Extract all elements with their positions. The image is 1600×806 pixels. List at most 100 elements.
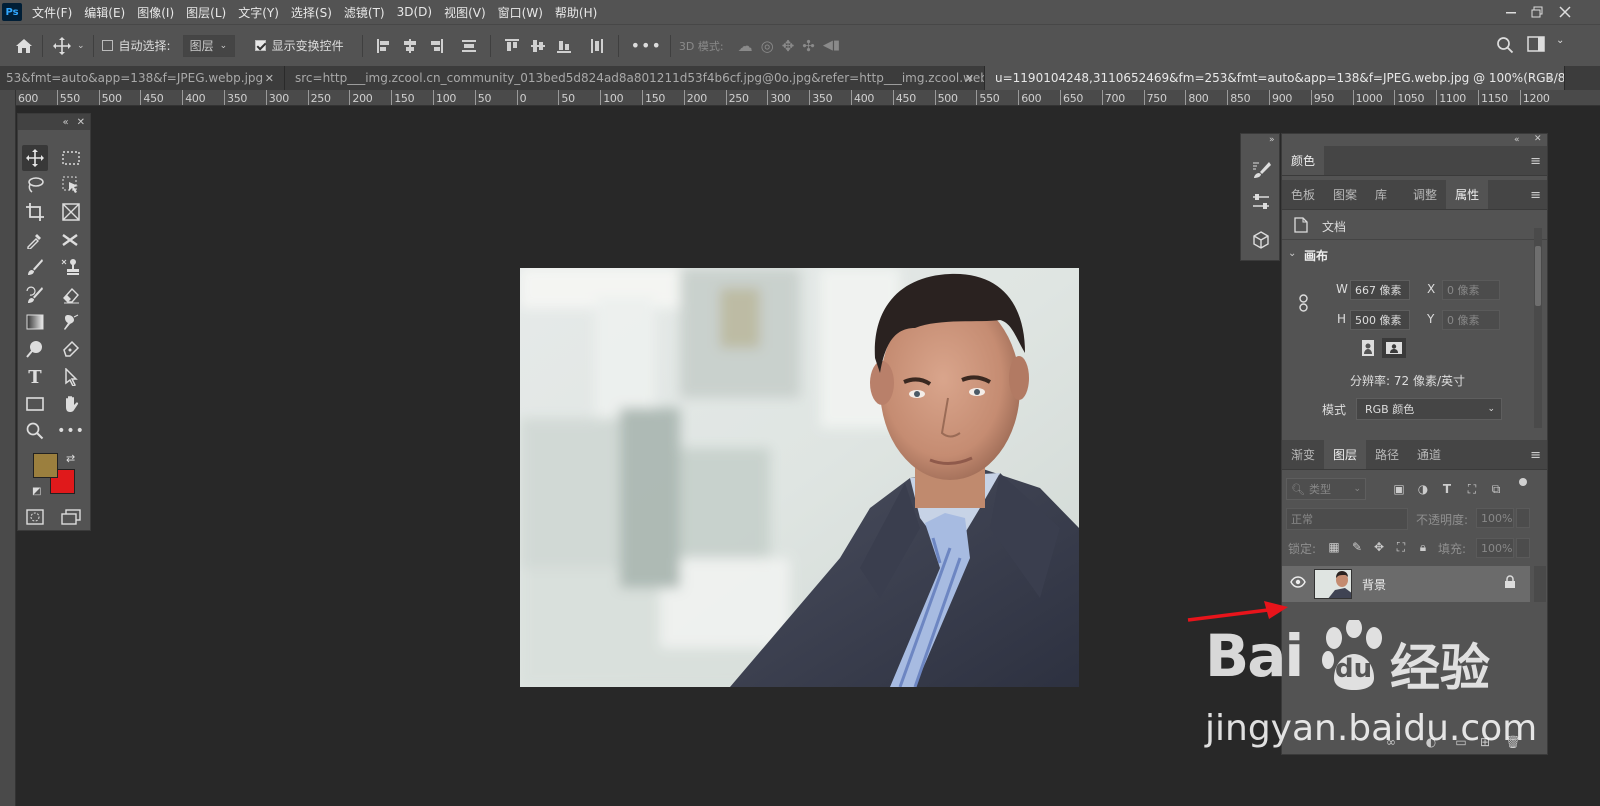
panel-menu-icon[interactable]: ≡ bbox=[1530, 154, 1541, 169]
tab-patterns[interactable]: 图案 bbox=[1324, 179, 1366, 209]
delete-layer-icon[interactable]: 🗑︎ bbox=[1505, 735, 1520, 749]
tab-document-2[interactable]: src=http___img.zcool.cn_community_013bed… bbox=[285, 66, 985, 90]
lasso-tool-icon[interactable] bbox=[22, 172, 48, 198]
3d-roll-icon[interactable]: ◎ bbox=[761, 37, 774, 55]
foreground-color-swatch[interactable] bbox=[33, 453, 58, 478]
new-layer-icon[interactable]: ⊞ bbox=[1478, 735, 1492, 749]
align-top-icon[interactable] bbox=[504, 38, 520, 54]
tab-channels[interactable]: 通道 bbox=[1408, 439, 1450, 469]
smudge-tool-icon[interactable] bbox=[58, 309, 84, 335]
healing-brush-tool-icon[interactable] bbox=[58, 227, 84, 253]
chevron-down-icon[interactable]: ⌄ bbox=[1288, 248, 1296, 259]
close-icon[interactable] bbox=[1556, 3, 1574, 21]
filter-pixel-icon[interactable]: ▣ bbox=[1392, 482, 1406, 496]
menu-select[interactable]: 选择(S) bbox=[291, 4, 332, 21]
edit-toolbar-icon[interactable]: ••• bbox=[57, 418, 84, 444]
restore-icon[interactable] bbox=[1528, 3, 1546, 21]
mode-dropdown[interactable]: RGB 颜色 ⌄ bbox=[1356, 398, 1502, 420]
close-panel-icon[interactable]: ✕ bbox=[77, 117, 85, 128]
3d-cube-icon[interactable] bbox=[1251, 230, 1271, 250]
x-field[interactable]: 0 像素 bbox=[1442, 280, 1500, 300]
menu-help[interactable]: 帮助(H) bbox=[555, 4, 597, 21]
hand-tool-icon[interactable] bbox=[58, 391, 84, 417]
filter-smart-object-icon[interactable]: ⧉ bbox=[1489, 482, 1503, 496]
marquee-tool-icon[interactable] bbox=[58, 145, 84, 171]
menu-layer[interactable]: 图层(L) bbox=[186, 4, 226, 21]
gradient-tool-icon[interactable] bbox=[22, 309, 48, 335]
fill-field[interactable]: 100% bbox=[1476, 538, 1514, 558]
expand-panels-icon[interactable]: » bbox=[1269, 135, 1275, 145]
tab-gradients[interactable]: 渐变 bbox=[1282, 439, 1324, 469]
show-transform-checkbox[interactable] bbox=[254, 40, 266, 51]
collapse-icon[interactable]: « bbox=[62, 117, 68, 128]
chevron-down-icon[interactable]: ⌄ bbox=[77, 41, 85, 51]
tab-adjustments[interactable]: 调整 bbox=[1404, 179, 1446, 209]
frame-tool-icon[interactable] bbox=[58, 199, 84, 225]
more-options-icon[interactable]: ••• bbox=[631, 36, 662, 55]
crop-tool-icon[interactable] bbox=[22, 199, 48, 225]
lock-artboard-icon[interactable]: ⛶ bbox=[1394, 540, 1408, 554]
close-panel-icon[interactable]: ✕ bbox=[1534, 134, 1542, 144]
tab-layers[interactable]: 图层 bbox=[1324, 439, 1367, 469]
distribute-horizontal-icon[interactable] bbox=[589, 38, 605, 54]
y-field[interactable]: 0 像素 bbox=[1442, 310, 1500, 330]
search-icon[interactable] bbox=[1496, 36, 1514, 54]
menu-file[interactable]: 文件(F) bbox=[32, 4, 72, 21]
menu-filter[interactable]: 滤镜(T) bbox=[344, 4, 385, 21]
pen-tool-icon[interactable] bbox=[58, 336, 84, 362]
dodge-tool-icon[interactable] bbox=[22, 336, 48, 362]
rectangle-tool-icon[interactable] bbox=[22, 391, 48, 417]
menu-image[interactable]: 图像(I) bbox=[137, 4, 174, 21]
align-bottom-icon[interactable] bbox=[556, 38, 572, 54]
tab-paths[interactable]: 路径 bbox=[1366, 439, 1408, 469]
move-tool-icon[interactable] bbox=[22, 145, 48, 171]
link-dimensions-icon[interactable] bbox=[1298, 294, 1310, 315]
eyedropper-tool-icon[interactable] bbox=[22, 227, 48, 253]
width-field[interactable]: 667 像素 bbox=[1350, 280, 1410, 300]
layers-scrollbar[interactable] bbox=[1534, 566, 1546, 602]
lock-pixels-icon[interactable]: ✎ bbox=[1350, 540, 1364, 554]
filter-toggle-icon[interactable] bbox=[1519, 478, 1527, 486]
lock-transparent-icon[interactable]: ▦ bbox=[1327, 540, 1341, 554]
filter-type-icon[interactable]: T bbox=[1440, 482, 1454, 496]
menu-type[interactable]: 文字(Y) bbox=[238, 4, 279, 21]
portrait-orientation-icon[interactable] bbox=[1358, 338, 1378, 358]
menu-view[interactable]: 视图(V) bbox=[444, 4, 486, 21]
fill-dropdown[interactable] bbox=[1516, 538, 1530, 558]
link-layers-icon[interactable]: ∞ bbox=[1384, 735, 1398, 749]
auto-select-checkbox[interactable] bbox=[101, 40, 113, 51]
close-tab-icon[interactable]: ✕ bbox=[965, 72, 974, 85]
type-tool-icon[interactable]: T bbox=[22, 364, 48, 390]
workspace-icon[interactable] bbox=[1527, 36, 1545, 52]
new-group-icon[interactable]: ▭ bbox=[1454, 735, 1468, 749]
default-colors-icon[interactable]: ◩ bbox=[32, 486, 41, 497]
lock-position-icon[interactable]: ✥ bbox=[1372, 540, 1386, 554]
swap-colors-icon[interactable]: ⇄ bbox=[66, 452, 75, 465]
eye-icon[interactable] bbox=[1290, 576, 1306, 591]
menu-edit[interactable]: 编辑(E) bbox=[84, 4, 125, 21]
opacity-field[interactable]: 100% bbox=[1476, 508, 1514, 528]
align-right-icon[interactable] bbox=[428, 38, 444, 54]
3d-scale-icon[interactable]: ◀▮ bbox=[823, 38, 840, 53]
auto-select-dropdown[interactable]: 图层 ⌄ bbox=[182, 34, 235, 57]
object-select-tool-icon[interactable] bbox=[58, 172, 84, 198]
close-tab-icon[interactable]: ✕ bbox=[265, 72, 274, 85]
3d-orbit-icon[interactable]: ☁ bbox=[738, 37, 753, 55]
properties-scrollbar[interactable] bbox=[1534, 228, 1542, 428]
clone-stamp-tool-icon[interactable] bbox=[58, 254, 84, 280]
close-tab-icon[interactable]: ✕ bbox=[1545, 72, 1554, 85]
layer-filter-dropdown[interactable]: 🔍︎ 类型 ⌄ bbox=[1286, 478, 1366, 500]
path-selection-tool-icon[interactable] bbox=[58, 364, 84, 390]
screen-mode-icon[interactable] bbox=[58, 504, 84, 530]
history-brush-tool-icon[interactable] bbox=[22, 282, 48, 308]
move-tool-icon[interactable] bbox=[51, 36, 73, 55]
minimize-icon[interactable] bbox=[1502, 3, 1520, 21]
chevron-down-icon[interactable]: ⌄ bbox=[1556, 35, 1564, 46]
tab-swatches[interactable]: 色板 bbox=[1282, 179, 1324, 209]
landscape-orientation-icon[interactable] bbox=[1382, 338, 1406, 358]
document-canvas[interactable] bbox=[520, 268, 1079, 687]
distribute-vertical-icon[interactable] bbox=[461, 38, 477, 54]
collapse-panels-icon[interactable]: « bbox=[1514, 135, 1520, 145]
align-left-icon[interactable] bbox=[376, 38, 392, 54]
blend-mode-dropdown[interactable]: 正常 bbox=[1286, 508, 1408, 530]
